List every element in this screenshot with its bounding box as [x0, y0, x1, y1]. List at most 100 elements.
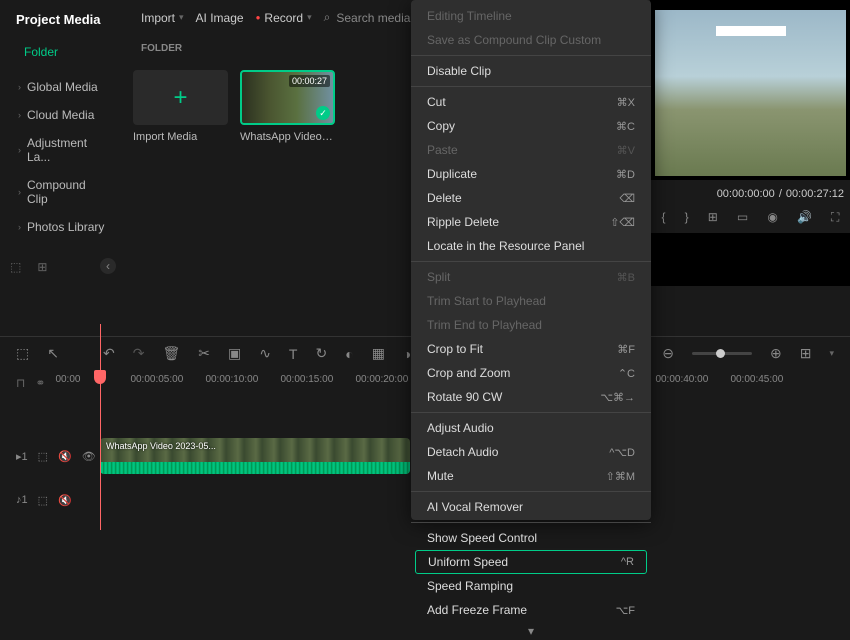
zoom-in-icon[interactable]: ⊕ — [770, 345, 782, 362]
text-tool-icon[interactable]: T — [289, 346, 298, 362]
menu-item[interactable]: Duplicate⌘D — [411, 162, 651, 186]
menu-shortcut: ⌘D — [616, 168, 635, 181]
view-options-icon[interactable]: ⊞ — [800, 345, 812, 362]
menu-item-label: Paste — [427, 143, 458, 157]
crop-tool-icon[interactable]: ▣ — [228, 345, 241, 362]
import-button[interactable]: Import▾ — [141, 11, 184, 25]
speed-icon[interactable]: ∿ — [259, 345, 271, 362]
menu-item[interactable]: Speed Ramping — [411, 574, 651, 598]
timeline-clip[interactable]: WhatsApp Video 2023-05... — [100, 438, 410, 474]
new-folder-icon[interactable]: ⬚ — [10, 260, 21, 274]
menu-item[interactable]: AI Vocal Remover — [411, 495, 651, 519]
menu-item-label: Uniform Speed — [428, 555, 508, 569]
lock-icon[interactable]: ⬚ — [38, 450, 48, 463]
preview-viewport[interactable] — [651, 0, 850, 180]
volume-icon[interactable]: 🔊 — [797, 210, 812, 225]
chevron-right-icon: › — [18, 82, 21, 92]
fullscreen-icon[interactable]: ⛶ — [831, 210, 839, 225]
menu-item[interactable]: Disable Clip — [411, 59, 651, 83]
media-clip-tile[interactable]: 00:00:27 ✓ WhatsApp Video 202... — [240, 70, 335, 143]
folder-icon[interactable]: ⊞ — [37, 260, 47, 274]
mark-out-icon[interactable]: } — [685, 210, 689, 225]
zoom-slider[interactable] — [692, 352, 752, 355]
cut-tool-icon[interactable]: ✂ — [198, 345, 210, 362]
undo-icon[interactable]: ↶ — [103, 345, 115, 362]
menu-shortcut: ⇧⌫ — [610, 216, 635, 229]
menu-item[interactable]: Copy⌘C — [411, 114, 651, 138]
audio-track-icon[interactable]: ♪1 — [16, 494, 28, 507]
menu-item-label: Ripple Delete — [427, 215, 499, 229]
mute-icon[interactable]: 🔇 — [58, 494, 72, 507]
menu-item[interactable]: Rotate 90 CW⌥⌘→ — [411, 385, 651, 409]
zoom-out-icon[interactable]: ⊖ — [662, 345, 674, 362]
sidebar-item[interactable]: ›Adjustment La... — [8, 129, 117, 171]
menu-item: Paste⌘V — [411, 138, 651, 162]
time-current: 00:00:00:00 — [717, 188, 775, 200]
menu-shortcut: ⌃C — [618, 367, 635, 380]
menu-item[interactable]: Cut⌘X — [411, 90, 651, 114]
select-tool-icon[interactable]: ↖ — [47, 345, 59, 362]
collapse-sidebar-button[interactable]: ‹ — [100, 258, 116, 274]
menu-separator — [411, 522, 651, 523]
menu-item[interactable]: Crop to Fit⌘F — [411, 337, 651, 361]
record-dot-icon: ● — [256, 13, 261, 22]
video-track-icon[interactable]: ▸1 — [16, 450, 28, 463]
menu-item[interactable]: Mute⇧⌘M — [411, 464, 651, 488]
menu-item-label: Speed Ramping — [427, 579, 513, 593]
menu-item[interactable]: Uniform Speed^R — [415, 550, 647, 574]
lock-icon[interactable]: ⬚ — [38, 494, 48, 507]
snapshot-icon[interactable]: ◉ — [767, 210, 777, 225]
link-icon[interactable]: ⚭ — [35, 376, 45, 390]
playhead-handle[interactable] — [94, 370, 106, 384]
menu-item[interactable]: Adjust Audio — [411, 416, 651, 440]
chevron-right-icon: › — [18, 187, 21, 197]
menu-expand-icon[interactable]: ▾ — [411, 622, 651, 640]
playhead[interactable] — [100, 324, 101, 530]
menu-item: Split⌘B — [411, 265, 651, 289]
time-total: 00:00:27:12 — [786, 188, 844, 200]
menu-item[interactable]: Add Freeze Frame⌥F — [411, 598, 651, 622]
import-media-tile[interactable]: + Import Media — [133, 70, 228, 143]
sidebar-item[interactable]: ›Cloud Media — [8, 101, 117, 129]
delete-icon[interactable]: 🗑 — [162, 345, 180, 362]
redo-icon[interactable]: ↷ — [133, 345, 145, 362]
pointer-tool-icon[interactable]: ⬚ — [16, 345, 29, 362]
mute-icon[interactable]: 🔇 — [58, 450, 72, 463]
chevron-down-icon[interactable]: ▾ — [829, 348, 834, 359]
sidebar-item[interactable]: ›Photos Library — [8, 213, 117, 241]
monitor-icon[interactable]: ▭ — [737, 210, 748, 225]
menu-shortcut: ⌥⌘→ — [600, 391, 635, 404]
menu-item: Save as Compound Clip Custom — [411, 28, 651, 52]
mark-in-icon[interactable]: { — [662, 210, 666, 225]
search-media[interactable]: ⌕Search media — [324, 10, 411, 25]
menu-item-label: Copy — [427, 119, 455, 133]
menu-item[interactable]: Locate in the Resource Panel — [411, 234, 651, 258]
menu-separator — [411, 491, 651, 492]
effects-icon[interactable]: ▦ — [372, 345, 385, 362]
chevron-down-icon: ▾ — [307, 12, 312, 23]
ai-image-button[interactable]: AI Image — [196, 11, 244, 25]
search-icon: ⌕ — [324, 10, 331, 25]
menu-separator — [411, 261, 651, 262]
menu-item[interactable]: Detach Audio^⌥D — [411, 440, 651, 464]
menu-item[interactable]: Crop and Zoom⌃C — [411, 361, 651, 385]
crop-icon[interactable]: ⊞ — [708, 210, 718, 225]
menu-item[interactable]: Delete⌫ — [411, 186, 651, 210]
menu-item-label: Editing Timeline — [427, 9, 512, 23]
magnet-icon[interactable]: ⊓ — [16, 376, 25, 390]
sidebar-tab-folder[interactable]: Folder — [8, 39, 117, 65]
sidebar-item[interactable]: ›Global Media — [8, 73, 117, 101]
sidebar-item[interactable]: ›Compound Clip — [8, 171, 117, 213]
color-icon[interactable]: ◐ — [345, 346, 353, 362]
record-button[interactable]: ●Record▾ — [256, 11, 312, 25]
visibility-icon[interactable]: 👁 — [82, 450, 96, 463]
menu-item[interactable]: Ripple Delete ⇧⌫ — [411, 210, 651, 234]
reload-icon[interactable]: ↻ — [315, 345, 327, 362]
chevron-right-icon: › — [18, 110, 21, 120]
chevron-right-icon: › — [18, 222, 21, 232]
menu-item-label: Locate in the Resource Panel — [427, 239, 584, 253]
menu-item-label: Mute — [427, 469, 454, 483]
menu-item-label: Show Speed Control — [427, 531, 537, 545]
menu-item-label: Delete — [427, 191, 462, 205]
menu-item-label: Adjust Audio — [427, 421, 494, 435]
